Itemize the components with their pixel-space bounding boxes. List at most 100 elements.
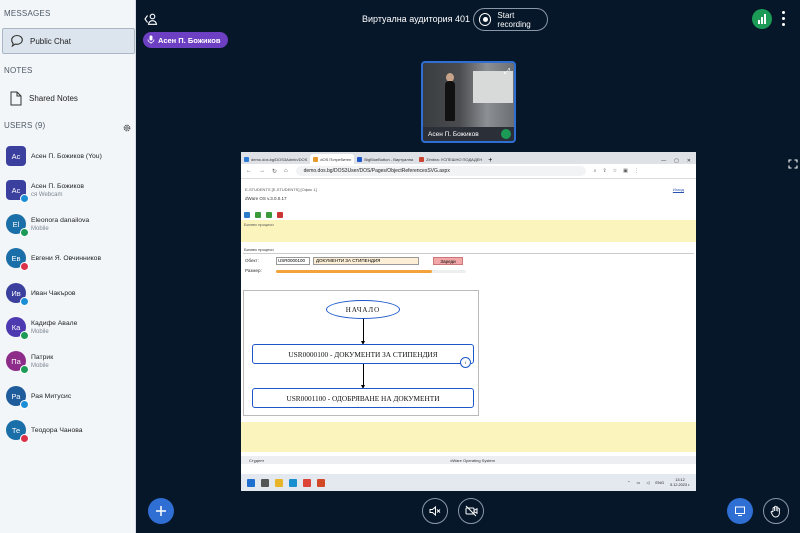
webcam-image bbox=[423, 63, 514, 127]
avatar: Ра bbox=[6, 386, 29, 409]
user-list-item[interactable]: Ев Евгени Я. Овчинников bbox=[0, 241, 135, 275]
microphone-muted-icon bbox=[20, 262, 29, 271]
node-action-icon[interactable]: i bbox=[460, 357, 471, 368]
browser-tab[interactable]: demo.dos.bg/DOS3Admin/DOS bbox=[241, 154, 310, 164]
file-explorer-icon[interactable] bbox=[275, 478, 283, 487]
microphone-icon bbox=[501, 129, 511, 139]
plus-icon bbox=[156, 506, 166, 516]
size-slider[interactable] bbox=[276, 270, 466, 273]
star-icon[interactable]: ☆ bbox=[613, 168, 617, 174]
diagram-start-node[interactable]: НАЧАЛО bbox=[326, 300, 400, 319]
audio-button[interactable] bbox=[422, 498, 448, 524]
object-name-field[interactable]: ДОКУМЕНТИ ЗА СТИПЕНДИЯ bbox=[313, 257, 419, 265]
user-name: Кадифе Авале bbox=[31, 319, 78, 327]
network-icon[interactable]: ▭ bbox=[637, 480, 641, 485]
avatar: Па bbox=[6, 351, 29, 374]
user-status: Mobile bbox=[31, 225, 49, 232]
share-icon[interactable]: ⇪ bbox=[602, 168, 606, 174]
shared-notes-item[interactable]: Shared Notes bbox=[2, 86, 135, 110]
reload-icon[interactable]: ↻ bbox=[272, 168, 277, 175]
search-icon[interactable]: ⌕ bbox=[594, 168, 597, 174]
webcam-video[interactable]: ⤢ Асен П. Божиков bbox=[421, 61, 516, 143]
edge-icon[interactable] bbox=[289, 478, 297, 487]
windows-start-icon[interactable] bbox=[247, 478, 255, 487]
object-label: Обект: bbox=[245, 258, 259, 263]
raise-hand-button[interactable] bbox=[763, 498, 789, 524]
user-list-item[interactable]: Ac Асен П. Божиков cя Webcam bbox=[0, 173, 135, 207]
back-arrow-icon[interactable]: ← bbox=[246, 168, 252, 175]
microphone-icon bbox=[20, 365, 29, 374]
meeting-title: Виртуална аудитория 401 bbox=[362, 14, 471, 24]
start-recording-label: Start recording bbox=[497, 10, 531, 29]
process-panel: Бизнес процеси bbox=[241, 220, 696, 242]
browser-tab[interactable]: BigBlueButton - Виртуална bbox=[354, 154, 416, 164]
status-center: dWare Operating System bbox=[450, 457, 495, 463]
alert-icon[interactable] bbox=[277, 212, 283, 218]
more-options-icon[interactable] bbox=[782, 11, 785, 26]
url-field[interactable]: demo.dos.bg/DOS3User/DOS/Pages/ObjectRef… bbox=[295, 166, 586, 176]
microphone-icon bbox=[147, 31, 155, 49]
system-tray: ⌃ ▭ ◁ ENG 13:12 5.12.2023 г. bbox=[627, 478, 696, 488]
powerpoint-icon[interactable] bbox=[317, 478, 325, 487]
browser-tab[interactable]: dOS Потребител bbox=[310, 154, 355, 164]
load-button[interactable]: Зареди bbox=[433, 257, 463, 265]
user-list-item[interactable]: Ac Асен П. Божиков (You) bbox=[0, 139, 135, 173]
diagram-step-node[interactable]: USR0001100 - ОДОБРЯВАНЕ НА ДОКУМЕНТИ bbox=[252, 388, 474, 408]
process-diagram: НАЧАЛО USR0000100 - ДОКУМЕНТИ ЗА СТИПЕНД… bbox=[243, 290, 479, 416]
user-name: Асен П. Божиков bbox=[31, 182, 84, 190]
forward-arrow-icon[interactable]: → bbox=[259, 168, 265, 175]
user-list-item[interactable]: Ра Рая Митусис bbox=[0, 379, 135, 413]
user-list-item[interactable]: Те Теодора Чанова bbox=[0, 413, 135, 447]
gear-icon[interactable] bbox=[122, 120, 132, 138]
globe-icon[interactable] bbox=[244, 212, 250, 218]
expand-icon[interactable]: ⤢ bbox=[504, 67, 510, 77]
size-slider-fill bbox=[276, 270, 432, 273]
user-list-item[interactable]: Па Патрик Mobile bbox=[0, 344, 135, 378]
diagram-arrow bbox=[361, 364, 365, 389]
menu-icon[interactable]: ⋮ bbox=[634, 168, 639, 174]
webcam-user-name: Асен П. Божиков bbox=[428, 131, 479, 138]
user-list-toggle-icon[interactable] bbox=[144, 12, 158, 30]
user-list-item[interactable]: Ка Кадифе Авале Mobile bbox=[0, 310, 135, 344]
video-button[interactable] bbox=[458, 498, 484, 524]
home-icon[interactable]: ⌂ bbox=[284, 168, 288, 175]
connection-status-icon[interactable] bbox=[752, 9, 772, 29]
actions-button[interactable] bbox=[148, 498, 174, 524]
public-chat-item[interactable]: Public Chat bbox=[2, 28, 135, 54]
extensions-icon[interactable]: ▣ bbox=[623, 168, 628, 174]
logout-link[interactable]: Изход bbox=[673, 187, 684, 192]
browser-tab-bar: demo.dos.bg/DOS3Admin/DOS dOS Потребител… bbox=[241, 152, 696, 164]
avatar: Ка bbox=[6, 317, 29, 340]
user-name: Евгени Я. Овчинников bbox=[31, 254, 102, 262]
volume-icon[interactable]: ◁ bbox=[646, 480, 649, 485]
avatar: Те bbox=[6, 420, 29, 443]
avatar: Ac bbox=[6, 146, 26, 166]
new-tab-icon[interactable]: + bbox=[485, 157, 495, 164]
app-header: E-STUDENTS [E-STUDENTS] [Офис 1] bbox=[245, 187, 317, 192]
document-icon bbox=[6, 91, 26, 106]
divider bbox=[243, 253, 694, 254]
tree-icon[interactable] bbox=[266, 212, 272, 218]
language-indicator[interactable]: ENG bbox=[655, 480, 664, 485]
user-name: Рая Митусис bbox=[31, 392, 72, 400]
footer-panel bbox=[241, 422, 696, 452]
user-list-item[interactable]: Ив Иван Чакъров bbox=[0, 276, 135, 310]
user-name: Асен П. Божиков (You) bbox=[31, 152, 102, 160]
fullscreen-icon[interactable] bbox=[788, 156, 798, 174]
browser-tab[interactable]: Zimbra: УСПЕШНО ПОДАДЕН bbox=[416, 154, 485, 164]
clock[interactable]: 13:12 5.12.2023 г. bbox=[670, 478, 690, 488]
task-view-icon[interactable] bbox=[261, 478, 269, 487]
screen-share-button[interactable] bbox=[727, 498, 753, 524]
microphone-icon bbox=[20, 194, 29, 203]
user-list-item[interactable]: El Eleonora danailova Mobile bbox=[0, 207, 135, 241]
messages-section-title: MESSAGES bbox=[4, 9, 51, 18]
users-section-title: USERS (9) bbox=[4, 121, 46, 130]
start-recording-button[interactable]: Start recording bbox=[473, 8, 548, 31]
leaf-icon[interactable] bbox=[255, 212, 261, 218]
chevron-up-icon[interactable]: ⌃ bbox=[627, 480, 630, 485]
chrome-icon[interactable] bbox=[303, 478, 311, 487]
microphone-icon bbox=[20, 228, 29, 237]
object-code-field[interactable]: USR0000100 bbox=[276, 257, 310, 265]
diagram-step-node[interactable]: USR0000100 - ДОКУМЕНТИ ЗА СТИПЕНДИЯ bbox=[252, 344, 474, 364]
user-name: Теодора Чанова bbox=[31, 426, 83, 434]
